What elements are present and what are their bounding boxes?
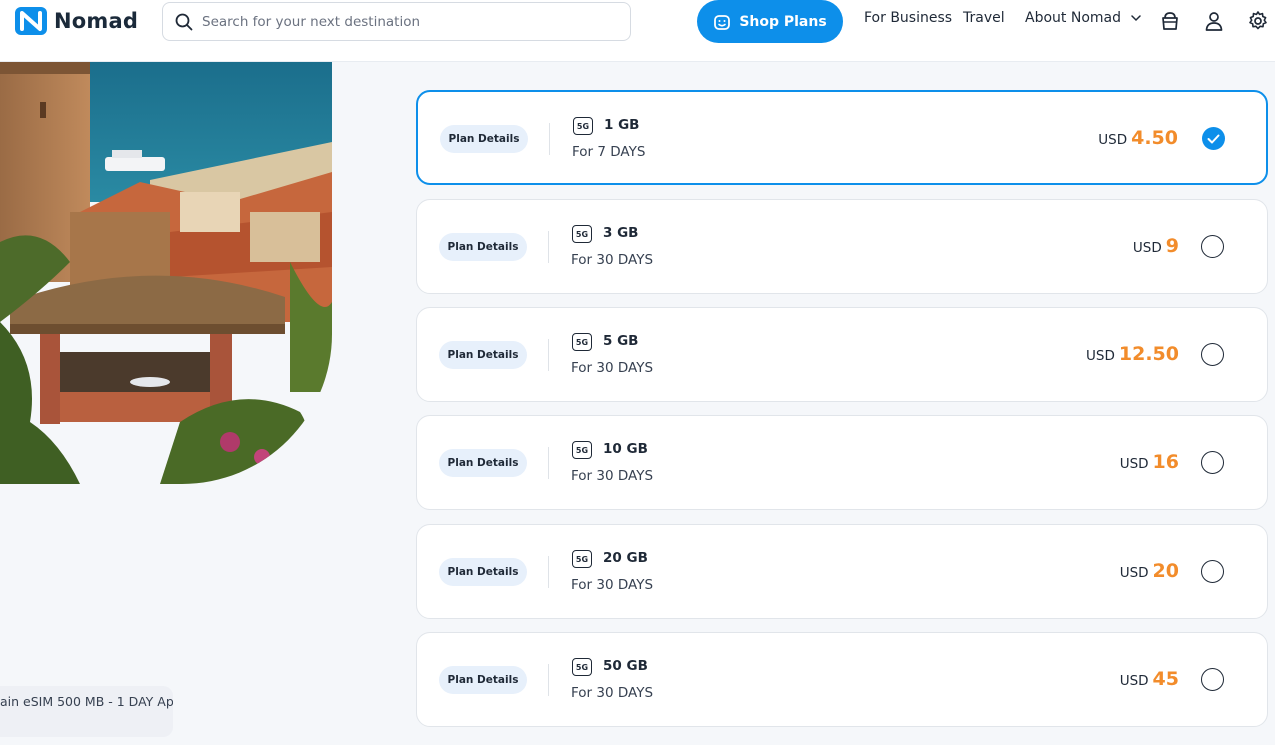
nomad-logo-icon	[15, 7, 47, 35]
plan-data-amount: 10 GB	[603, 441, 648, 457]
plan-data-amount: 5 GB	[603, 333, 639, 349]
plan-radio[interactable]	[1201, 235, 1224, 258]
price-currency: USD	[1132, 240, 1162, 256]
price-currency: USD	[1119, 565, 1149, 581]
price-amount: 4.50	[1131, 127, 1178, 149]
price-amount: 20	[1152, 560, 1179, 582]
plan-radio[interactable]	[1201, 668, 1224, 691]
plan-card[interactable]: Plan Details 5G 3 GB For 30 DAYS USD 9	[416, 199, 1268, 294]
plan-details-button[interactable]: Plan Details	[439, 666, 527, 694]
shop-plans-button[interactable]: Shop Plans	[697, 0, 843, 43]
network-5g-icon: 5G	[572, 333, 592, 351]
destination-hero-image	[0, 62, 332, 484]
plan-price: USD 45	[1120, 668, 1179, 690]
plan-radio[interactable]	[1201, 560, 1224, 583]
plan-card[interactable]: Plan Details 5G 10 GB For 30 DAYS USD 16	[416, 415, 1268, 510]
plan-duration: For 30 DAYS	[571, 252, 654, 268]
plan-data-amount: 50 GB	[603, 658, 648, 674]
price-currency: USD	[1086, 348, 1115, 364]
nav-about-nomad[interactable]: About Nomad	[1025, 10, 1142, 26]
recent-plan-text: ain eSIM 500 MB - 1 DAY Apr	[0, 694, 173, 709]
plan-price: USD 16	[1120, 451, 1179, 473]
brand-name: Nomad	[54, 9, 139, 33]
chevron-down-icon	[1131, 15, 1142, 22]
plan-price: USD 12.50	[1086, 343, 1179, 365]
cart-icon[interactable]	[1159, 10, 1181, 32]
plan-data-amount: 20 GB	[603, 550, 648, 566]
plan-price: USD 4.50	[1098, 127, 1178, 149]
divider	[548, 556, 549, 588]
plan-details-button[interactable]: Plan Details	[439, 558, 527, 586]
plan-data-amount: 1 GB	[604, 117, 640, 133]
checkmark-icon	[1207, 134, 1220, 143]
plan-card[interactable]: Plan Details 5G 1 GB For 7 DAYS USD 4.50	[416, 90, 1268, 185]
search-icon	[175, 13, 193, 30]
plan-duration: For 7 DAYS	[572, 144, 646, 160]
price-amount: 45	[1152, 668, 1179, 690]
network-5g-icon: 5G	[572, 225, 592, 243]
plan-card[interactable]: Plan Details 5G 50 GB For 30 DAYS USD 45	[416, 632, 1268, 727]
plan-card[interactable]: Plan Details 5G 5 GB For 30 DAYS USD 12.…	[416, 307, 1268, 402]
plan-duration: For 30 DAYS	[571, 577, 654, 593]
divider	[549, 123, 550, 155]
coastal-town-illustration	[0, 62, 332, 484]
divider	[548, 339, 549, 371]
shop-plans-label: Shop Plans	[739, 13, 827, 30]
price-amount: 12.50	[1118, 343, 1179, 365]
divider	[548, 447, 549, 479]
network-5g-icon: 5G	[572, 441, 592, 459]
shop-bag-icon	[714, 14, 731, 30]
plan-details-button[interactable]: Plan Details	[439, 449, 527, 477]
plan-details-button[interactable]: Plan Details	[440, 125, 528, 153]
price-currency: USD	[1119, 456, 1149, 472]
top-nav-bar: Nomad Shop Plans For Business Travel Abo…	[0, 0, 1275, 62]
network-5g-icon: 5G	[572, 550, 592, 568]
nomad-logo[interactable]: Nomad	[14, 6, 138, 36]
plan-duration: For 30 DAYS	[571, 468, 654, 484]
plan-radio[interactable]	[1201, 343, 1224, 366]
nav-for-business[interactable]: For Business	[864, 10, 952, 26]
settings-gear-icon[interactable]	[1247, 10, 1269, 32]
nav-about-label: About Nomad	[1025, 10, 1121, 26]
search-bar[interactable]	[162, 2, 631, 41]
plan-data-amount: 3 GB	[603, 225, 639, 241]
plan-price: USD 9	[1133, 235, 1179, 257]
plan-price: USD 20	[1120, 560, 1179, 582]
price-amount: 9	[1165, 235, 1179, 257]
price-currency: USD	[1098, 132, 1128, 148]
plan-duration: For 30 DAYS	[571, 685, 654, 701]
price-amount: 16	[1152, 451, 1179, 473]
plan-radio-selected[interactable]	[1202, 127, 1225, 150]
nav-travel[interactable]: Travel	[963, 10, 1005, 26]
plan-details-button[interactable]: Plan Details	[439, 233, 527, 261]
plan-radio[interactable]	[1201, 451, 1224, 474]
price-currency: USD	[1119, 673, 1149, 689]
plan-duration: For 30 DAYS	[571, 360, 654, 376]
network-5g-icon: 5G	[573, 117, 593, 135]
search-input[interactable]	[202, 13, 602, 30]
user-icon[interactable]	[1203, 10, 1225, 32]
plan-card[interactable]: Plan Details 5G 20 GB For 30 DAYS USD 20	[416, 524, 1268, 619]
divider	[548, 231, 549, 263]
recent-plan-chip[interactable]: ain eSIM 500 MB - 1 DAY Apr	[0, 686, 173, 737]
plan-details-button[interactable]: Plan Details	[439, 341, 527, 369]
network-5g-icon: 5G	[572, 658, 592, 676]
divider	[548, 664, 549, 696]
